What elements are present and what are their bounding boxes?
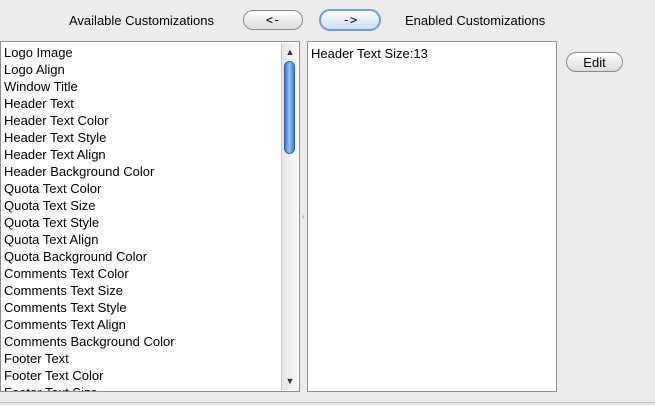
bottom-divider	[0, 402, 655, 403]
list-item[interactable]: Header Text Align	[1, 146, 281, 163]
move-left-button[interactable]: <-	[243, 10, 303, 30]
list-item[interactable]: Comments Text Align	[1, 316, 281, 333]
enabled-customizations-label: Enabled Customizations	[405, 13, 546, 28]
list-item[interactable]: Quota Text Size	[1, 197, 281, 214]
move-right-button[interactable]: ->	[319, 9, 381, 31]
list-item[interactable]: Header Text Size:13	[308, 45, 538, 62]
list-item[interactable]: Logo Align	[1, 61, 281, 78]
split-pane-divider-icon[interactable]: ‹	[300, 41, 307, 392]
scroll-up-arrow-icon[interactable]: ▲	[282, 45, 298, 59]
list-item[interactable]: Logo Image	[1, 44, 281, 61]
edit-button[interactable]: Edit	[566, 52, 623, 72]
list-item[interactable]: Window Title	[1, 78, 281, 95]
scrollbar-thumb[interactable]	[284, 61, 295, 154]
enabled-items: Header Text Size:13	[308, 44, 538, 62]
list-item[interactable]: Footer Text Color	[1, 367, 281, 384]
list-item[interactable]: Header Background Color	[1, 163, 281, 180]
list-item[interactable]: Quota Text Style	[1, 214, 281, 231]
list-item[interactable]: Quota Background Color	[1, 248, 281, 265]
available-customizations-list[interactable]: Logo Image Logo Align Window Title Header T…	[0, 41, 300, 392]
scroll-down-arrow-icon[interactable]: ▼	[282, 374, 298, 388]
available-list-scrollbar[interactable]: ▲ ▼	[281, 43, 298, 390]
list-item[interactable]: Comments Background Color	[1, 333, 281, 350]
list-item[interactable]: Comments Text Color	[1, 265, 281, 282]
available-customizations-label: Available Customizations	[69, 13, 214, 28]
enabled-customizations-list[interactable]: Header Text Size:13	[307, 41, 557, 392]
list-item[interactable]: Header Text Color	[1, 112, 281, 129]
list-item[interactable]: Header Text	[1, 95, 281, 112]
list-item[interactable]: Quota Text Color	[1, 180, 281, 197]
list-item[interactable]: Quota Text Align	[1, 231, 281, 248]
list-item[interactable]: Comments Text Style	[1, 299, 281, 316]
list-item[interactable]: Footer Text	[1, 350, 281, 367]
list-item[interactable]: Comments Text Size	[1, 282, 281, 299]
list-item[interactable]: Footer Text Size	[1, 384, 281, 391]
list-item[interactable]: Header Text Style	[1, 129, 281, 146]
available-items: Logo Image Logo Align Window Title Header T…	[1, 44, 281, 391]
